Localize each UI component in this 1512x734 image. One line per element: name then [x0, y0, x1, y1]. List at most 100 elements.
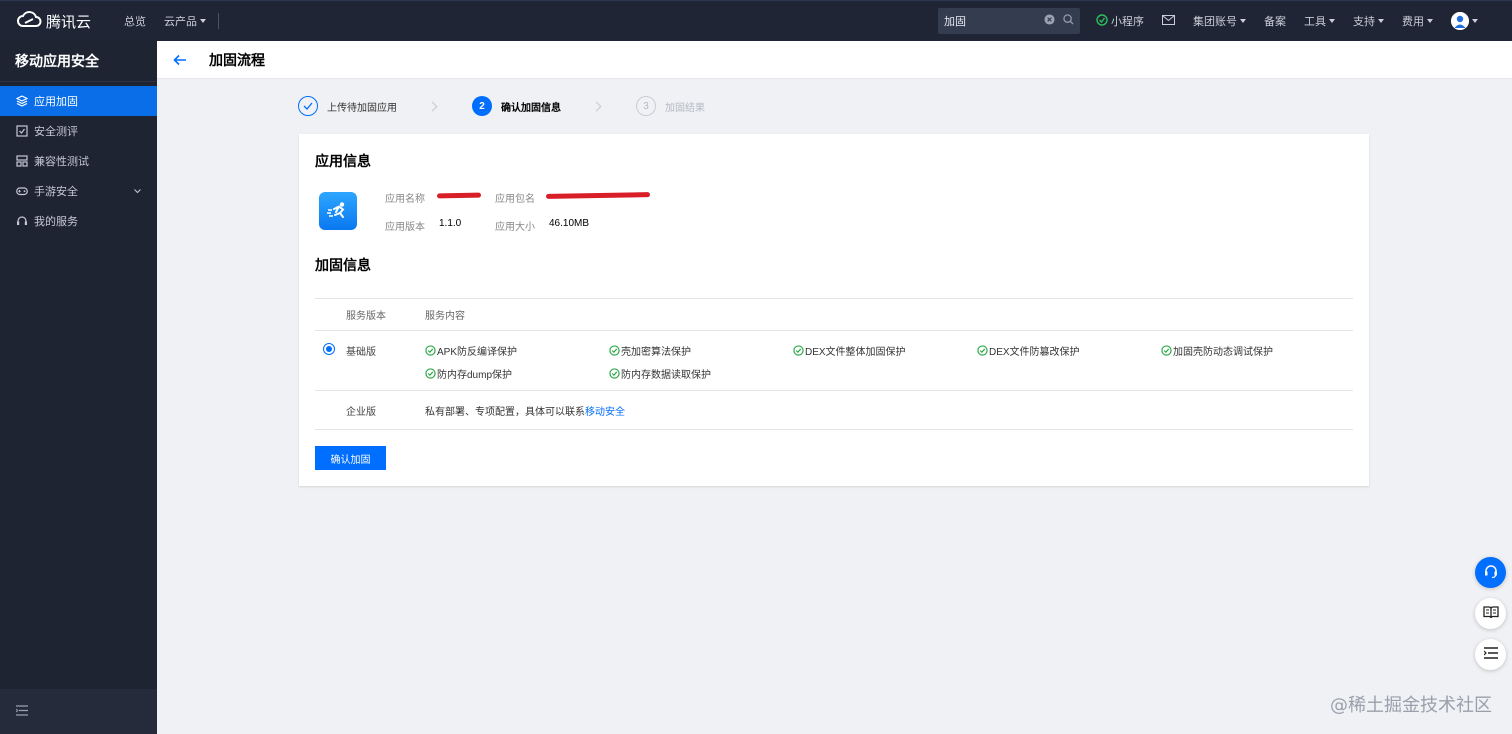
chevron-down-icon [1240, 19, 1246, 23]
feature-label: 防内存dump保护 [437, 370, 513, 381]
support-menu[interactable]: 支持 [1353, 13, 1384, 29]
sidebar-item-app-hardening[interactable]: 应用加固 [0, 86, 157, 116]
step-label: 上传待加固应用 [327, 102, 397, 114]
collapse-menu-icon [15, 704, 29, 719]
step-number: 3 [636, 96, 656, 116]
mobile-security-link[interactable]: 移动安全 [585, 403, 625, 418]
group-account-menu[interactable]: 集团账号 [1193, 13, 1246, 29]
feature-label: 加固壳防动态调试保护 [1173, 347, 1273, 358]
user-menu[interactable] [1451, 12, 1478, 30]
topbar-right: 加固 小程序 集团账号 备案 工具 支持 费用 [938, 1, 1512, 41]
grid-icon [16, 155, 28, 167]
hardening-card: 应用信息 应用名称 应用包名 应用版本 1.1.0 应用大小 46.10MB 加… [299, 134, 1369, 486]
step-label: 加固结果 [665, 102, 705, 114]
gamepad-icon [16, 185, 28, 197]
icp-link[interactable]: 备案 [1264, 13, 1286, 29]
step-number: 2 [472, 96, 492, 116]
radio-basic[interactable] [323, 343, 335, 355]
clear-icon[interactable] [1044, 14, 1055, 28]
chevron-down-icon [1378, 19, 1384, 23]
chevron-down-icon [200, 19, 206, 23]
table-row-basic[interactable]: 基础版 APK防反编译保护 壳加密算法保护 DEX文件整体加固保护 DEX文件防… [315, 331, 1353, 391]
chevron-down-icon [134, 185, 141, 197]
miniprogram-link[interactable]: 小程序 [1096, 13, 1144, 29]
feature-item: 防内存dump保护 [425, 366, 512, 381]
confirm-hardening-button[interactable]: 确认加固 [315, 446, 386, 470]
column-header-content: 服务内容 [425, 311, 465, 322]
brand-logo[interactable]: 腾讯云 [16, 10, 106, 32]
billing-label: 费用 [1402, 16, 1424, 28]
cloud-logo-icon [16, 10, 42, 32]
list-menu-icon [1483, 647, 1498, 662]
check-circle-icon [977, 345, 988, 356]
sidebar-menu: 应用加固 安全测评 兼容性测试 手游安全 我的服务 [0, 86, 157, 236]
tools-label: 工具 [1304, 16, 1326, 28]
feature-item: 防内存数据读取保护 [609, 366, 711, 381]
app-icon [319, 192, 357, 230]
headset-icon [16, 215, 28, 227]
service-table: 服务版本 服务内容 基础版 APK防反编译保护 壳加密算法保护 DEX文件整体加… [315, 298, 1353, 430]
app-version-label: 应用版本 [385, 222, 425, 233]
feature-label: 防内存数据读取保护 [621, 370, 711, 381]
table-header: 服务版本 服务内容 [315, 298, 1353, 331]
nav-products[interactable]: 云产品 [164, 13, 206, 29]
chevron-right-icon [591, 101, 602, 111]
support-label: 支持 [1353, 16, 1375, 28]
feature-item: DEX文件防篡改保护 [977, 343, 1080, 358]
feature-item: 壳加密算法保护 [609, 343, 691, 358]
column-header-version: 服务版本 [346, 311, 386, 322]
layers-icon [16, 95, 28, 107]
step-label: 确认加固信息 [501, 102, 561, 114]
feature-label: DEX文件整体加固保护 [805, 347, 906, 358]
feature-item: DEX文件整体加固保护 [793, 343, 906, 358]
chevron-right-icon [427, 101, 438, 111]
check-circle-icon [425, 368, 436, 379]
miniprogram-icon [1096, 13, 1108, 29]
sidebar-item-label: 安全测评 [34, 126, 78, 138]
app-size-value: 46.10MB [549, 218, 590, 229]
watermark: @稀土掘金技术社区 [1330, 695, 1492, 716]
step-upload: 上传待加固应用 [298, 96, 397, 116]
search-input[interactable]: 加固 [938, 8, 1080, 34]
radio-selected-dot [326, 346, 332, 352]
redacted-package-name [545, 192, 651, 199]
table-row-enterprise: 企业版 私有部署、专项配置，具体可以联系 移动安全 [315, 391, 1353, 430]
sidebar-item-security-test[interactable]: 安全测评 [0, 116, 157, 146]
sidebar-item-game-security[interactable]: 手游安全 [0, 176, 157, 206]
docs-button[interactable] [1475, 598, 1506, 629]
feature-item: APK防反编译保护 [425, 343, 517, 358]
step-confirm: 2 确认加固信息 [472, 96, 561, 116]
miniprogram-label: 小程序 [1111, 16, 1144, 28]
back-arrow-icon[interactable] [173, 53, 187, 67]
tools-menu[interactable]: 工具 [1304, 13, 1335, 29]
sidebar-item-label: 我的服务 [34, 216, 78, 228]
sidebar: 移动应用安全 应用加固 安全测评 兼容性测试 手游安全 我的服务 [0, 41, 157, 734]
customer-service-button[interactable] [1475, 557, 1506, 588]
mail-icon [1162, 14, 1175, 28]
check-circle-icon [793, 345, 804, 356]
billing-menu[interactable]: 费用 [1402, 13, 1433, 29]
feature-label: APK防反编译保护 [437, 347, 518, 358]
search-icon[interactable] [1063, 14, 1074, 28]
nav-divider [218, 13, 219, 29]
check-circle-icon [425, 345, 436, 356]
app-package-label: 应用包名 [495, 194, 535, 205]
feature-label: DEX文件防篡改保护 [989, 347, 1080, 358]
sidebar-item-my-services[interactable]: 我的服务 [0, 206, 157, 236]
book-icon [1482, 605, 1499, 622]
chevron-down-icon [1427, 19, 1433, 23]
check-circle-icon [609, 368, 620, 379]
hardening-info-title: 加固信息 [315, 257, 371, 273]
nav-products-label: 云产品 [164, 16, 197, 28]
step-indicator: 上传待加固应用 2 确认加固信息 3 加固结果 [298, 95, 705, 117]
nav-overview[interactable]: 总览 [124, 13, 146, 29]
check-circle-icon [609, 345, 620, 356]
mail-button[interactable] [1162, 14, 1175, 28]
enterprise-desc: 私有部署、专项配置，具体可以联系 [425, 406, 585, 418]
headset-icon [1483, 563, 1499, 582]
chevron-down-icon [1329, 19, 1335, 23]
content-header: 加固流程 [157, 41, 1512, 79]
menu-button[interactable] [1475, 639, 1506, 670]
sidebar-item-compat-test[interactable]: 兼容性测试 [0, 146, 157, 176]
sidebar-collapse-button[interactable] [0, 689, 157, 734]
